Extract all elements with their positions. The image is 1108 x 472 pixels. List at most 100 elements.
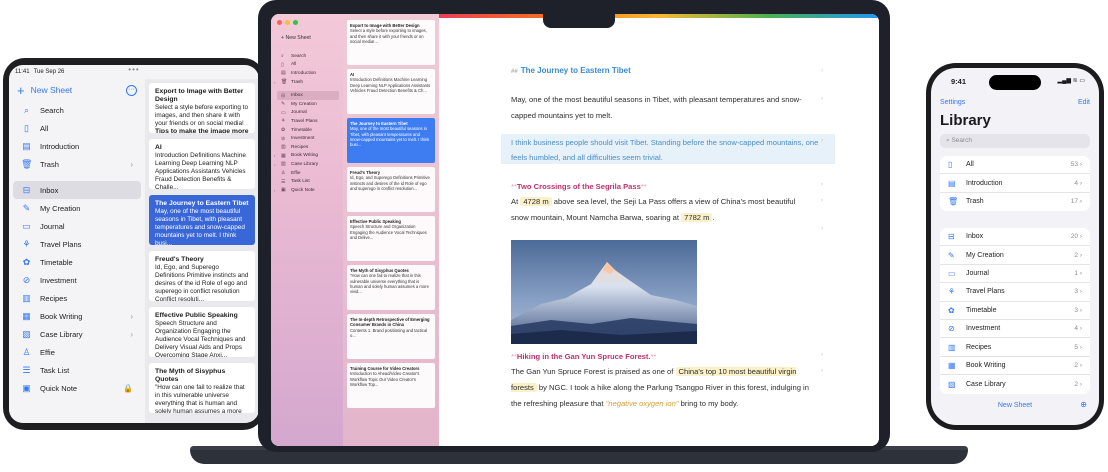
ipad-sidebar-item[interactable]: ▭ Journal: [13, 217, 141, 235]
editor-paragraph-3[interactable]: The Gan Yun Spruce Forest is praised as …: [511, 364, 811, 412]
mac-sidebar-item[interactable]: › 🗑 Trash: [274, 78, 339, 87]
editor-paragraph-1[interactable]: May, one of the most beautiful seasons i…: [511, 92, 811, 124]
settings-button[interactable]: Settings: [940, 99, 965, 106]
library-row[interactable]: ▥ Recipes 5 ›: [940, 338, 1090, 357]
mac-sidebar-item[interactable]: ☰ Task List: [277, 177, 339, 186]
mac-sheet-card[interactable]: Training Course for Video Creators Introd…: [347, 363, 435, 408]
ipad-sidebar-item[interactable]: ✎ My Creation: [13, 199, 141, 217]
mac-sidebar-item[interactable]: ⊟ Inbox: [277, 91, 339, 100]
library-row[interactable]: ✿ Timetable 3 ›: [940, 302, 1090, 320]
ipad-sidebar-item[interactable]: ⌕ Search: [13, 101, 141, 119]
library-row-label: Book Writing: [966, 361, 1006, 369]
ipad-sidebar-item[interactable]: ▧ Case Library ›: [13, 325, 141, 343]
chevron-right-icon[interactable]: ›: [130, 312, 133, 321]
fold-chevron[interactable]: ›: [821, 138, 823, 144]
ipad-sidebar-item[interactable]: ▯ All: [13, 119, 141, 137]
mac-sidebar-item[interactable]: ▤ Introduction: [277, 69, 339, 78]
library-row[interactable]: 🗑 Trash 17 ›: [940, 193, 1090, 211]
ipad-sidebar-item[interactable]: ☰ Task List: [13, 361, 141, 379]
ipad-sidebar-item[interactable]: ♙ Effie: [13, 343, 141, 361]
mac-sidebar-item[interactable]: › ▦ Book Writing: [274, 152, 339, 161]
fold-chevron[interactable]: ›: [821, 68, 823, 74]
chevron-right-icon[interactable]: 🔒: [123, 384, 133, 393]
zoom-window-button[interactable]: [293, 20, 298, 25]
ipad-sidebar-item[interactable]: ⚘ Travel Plans: [13, 235, 141, 253]
iphone-search-field[interactable]: ⌕ Search: [940, 134, 1090, 148]
chevron-right-icon[interactable]: ›: [130, 330, 133, 339]
iphone-new-sheet-button[interactable]: New Sheet: [931, 402, 1099, 409]
more-icon[interactable]: ···: [126, 84, 137, 96]
editor-blockquote[interactable]: I think business people should visit Tib…: [501, 134, 835, 164]
library-row[interactable]: ▧ Case Library 2 ›: [940, 375, 1090, 393]
mac-sidebar-item[interactable]: ⚘ Travel Plans: [277, 117, 339, 126]
fold-chevron[interactable]: ›: [821, 368, 823, 374]
library-row[interactable]: ⊘ Investment 4 ›: [940, 320, 1090, 339]
fold-chevron[interactable]: ›: [821, 226, 823, 232]
mac-sidebar-item[interactable]: ✎ My Creation: [277, 100, 339, 109]
editor-mountain-image[interactable]: [511, 240, 697, 344]
editor-paragraph-2[interactable]: At 4728 m above sea level, the Seji La P…: [511, 194, 811, 226]
ipad-sidebar-item[interactable]: ▦ Book Writing ›: [13, 307, 141, 325]
mac-new-sheet-button[interactable]: + New Sheet: [281, 35, 311, 41]
disclosure-arrow-icon[interactable]: ›: [274, 188, 275, 193]
multitask-dots[interactable]: •••: [9, 65, 259, 74]
library-row[interactable]: ▦ Book Writing 2 ›: [940, 357, 1090, 376]
disclosure-arrow-icon[interactable]: ›: [274, 80, 275, 85]
mac-sheet-card[interactable]: The Journey to Eastern Tibet May, one of …: [347, 118, 435, 163]
fold-chevron[interactable]: ›: [821, 198, 823, 204]
close-window-button[interactable]: [277, 20, 282, 25]
new-sheet-button[interactable]: + New Sheet ···: [9, 79, 145, 101]
mac-sheet-card[interactable]: The In-depth Retrospective of Emerging C…: [347, 314, 435, 359]
ipad-sheet-card[interactable]: Freud's Theory Id, Ego, and Superego Defi…: [149, 251, 255, 301]
edit-button[interactable]: Edit: [1078, 99, 1090, 106]
mac-editor[interactable]: ## The Journey to Eastern Tibet May, one …: [439, 14, 879, 446]
mac-sidebar-item[interactable]: ✿ Timetable: [277, 126, 339, 135]
editor-title[interactable]: ## The Journey to Eastern Tibet: [511, 66, 631, 75]
mac-sidebar-item[interactable]: ▥ Recipes: [277, 143, 339, 152]
ipad-sidebar-item[interactable]: ▥ Recipes: [13, 289, 141, 307]
ipad-sidebar-item[interactable]: 🗑 Trash ›: [13, 155, 141, 173]
ipad-sidebar-item[interactable]: ⊟ Inbox: [13, 181, 141, 199]
library-row[interactable]: ▯ All 53 ›: [940, 156, 1090, 175]
library-row[interactable]: ▤ Introduction 4 ›: [940, 174, 1090, 193]
pen-icon: ✎: [22, 202, 31, 213]
ipad-sheet-card[interactable]: Effective Public Speaking Speech Structur…: [149, 307, 255, 357]
chevron-right-icon[interactable]: ›: [130, 160, 133, 169]
mac-sidebar-item[interactable]: ⊘ Investment: [277, 134, 339, 143]
fold-chevron[interactable]: ›: [821, 352, 823, 358]
mac-sheet-card[interactable]: Export to Image with Better Design Select…: [347, 20, 435, 65]
fold-chevron[interactable]: ›: [821, 96, 823, 102]
editor-heading-ganyun[interactable]: **Hiking in the Gan Yun Spruce Forest.**: [511, 352, 656, 361]
disclosure-arrow-icon[interactable]: ›: [274, 153, 275, 158]
disclosure-arrow-icon[interactable]: ›: [274, 162, 275, 167]
ipad-sidebar-label: Introduction: [40, 141, 80, 151]
ipad-sidebar-item[interactable]: ▣ Quick Note 🔒: [13, 379, 141, 397]
mac-sheet-card[interactable]: The Myth of Sisyphus Quotes "How can one …: [347, 265, 435, 310]
fold-chevron[interactable]: ›: [821, 182, 823, 188]
ipad-sheet-card[interactable]: The Myth of Sisyphus Quotes "How can one …: [149, 363, 255, 413]
library-row[interactable]: ⚘ Travel Plans 3 ›: [940, 283, 1090, 302]
library-row-count: 2 ›: [1074, 361, 1082, 369]
ipad-sheet-card[interactable]: The Journey to Eastern Tibet May, one of …: [149, 195, 255, 245]
new-group-icon[interactable]: ⊕: [1080, 400, 1087, 409]
mac-sidebar-item[interactable]: ▭ Journal: [277, 109, 339, 118]
library-row[interactable]: ⊟ Inbox 20 ›: [940, 228, 1090, 247]
mac-sheet-card[interactable]: Freud's Theory Id, Ego, and Superego Defi…: [347, 167, 435, 212]
ipad-sidebar-item[interactable]: ▤ Introduction: [13, 137, 141, 155]
ipad-sidebar-item[interactable]: ⊘ Investment: [13, 271, 141, 289]
editor-heading-segrila[interactable]: **Two Crossings of the Segrila Pass**: [511, 182, 647, 191]
ipad-sheet-card[interactable]: Export to Image with Better Design Select…: [149, 83, 255, 133]
mac-sidebar-item[interactable]: › ▣ Quick Note: [274, 186, 339, 195]
ipad-sheet-card[interactable]: AI Introduction Definitions Machine Learn…: [149, 139, 255, 189]
library-row[interactable]: ✎ My Creation 2 ›: [940, 246, 1090, 265]
mac-sheet-card[interactable]: Effective Public Speaking Speech Structur…: [347, 216, 435, 261]
mac-sidebar-item[interactable]: ⌕ Search: [277, 52, 339, 61]
mac-sheet-card[interactable]: AI Introduction Definitions Machine Learn…: [347, 69, 435, 114]
italic-oxygen-ion: "negative oxygen ion": [605, 399, 679, 408]
mac-sidebar-item[interactable]: › ▧ Case Library: [274, 160, 339, 169]
minimize-window-button[interactable]: [285, 20, 290, 25]
library-row[interactable]: ▭ Journal 1 ›: [940, 265, 1090, 284]
mac-sidebar-item[interactable]: ▯ All: [277, 61, 339, 70]
ipad-sidebar-item[interactable]: ✿ Timetable: [13, 253, 141, 271]
mac-sidebar-item[interactable]: ♙ Effie: [277, 169, 339, 178]
